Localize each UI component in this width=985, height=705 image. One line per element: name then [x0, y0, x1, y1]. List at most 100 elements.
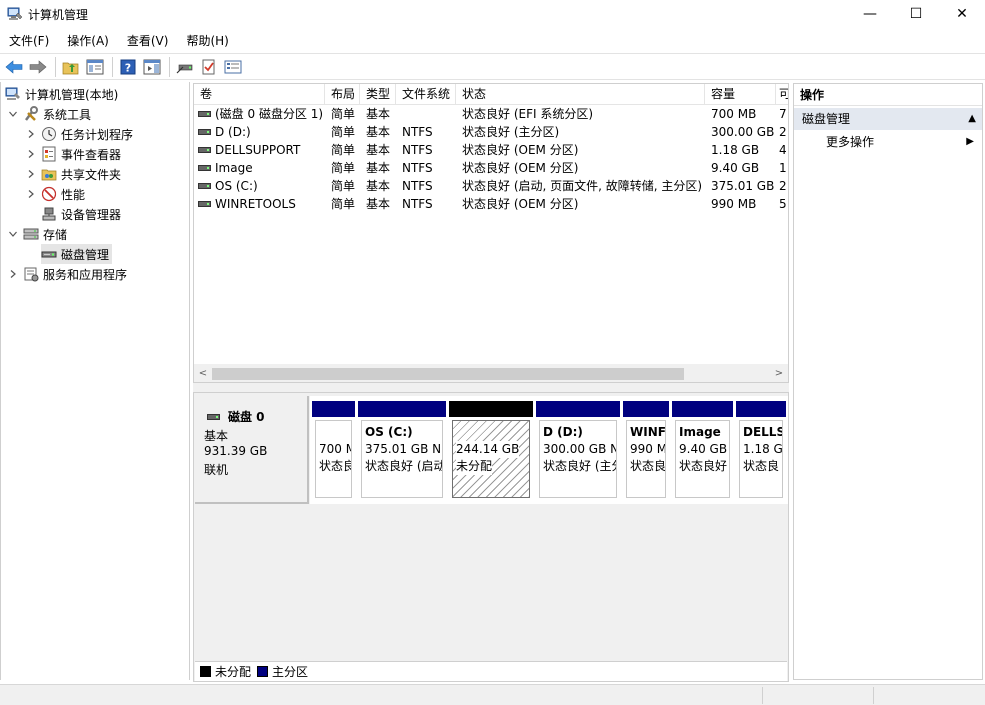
storage-icon: [23, 228, 39, 240]
tree-item-device-manager[interactable]: 设备管理器: [41, 204, 121, 224]
volume-type: 基本: [366, 143, 391, 157]
disk-drive-icon: [207, 413, 220, 420]
up-folder-icon: [62, 62, 79, 74]
tree-item-services-apps[interactable]: 服务和应用程序: [7, 264, 127, 284]
chevron-right-icon[interactable]: [25, 128, 37, 140]
chevron-right-icon[interactable]: [25, 148, 37, 160]
partition-size: 990 M: [630, 442, 666, 456]
more-actions-item[interactable]: 更多操作 ▶: [794, 131, 982, 153]
table-row[interactable]: DELLSUPPORT 简单 基本 NTFS 状态良好 (OEM 分区) 1.1…: [194, 141, 788, 159]
partition-d[interactable]: D (D:) 300.00 GB N 状态良好 (主分: [536, 401, 620, 501]
show-hide-action-pane-button[interactable]: [141, 56, 163, 78]
tree-item-system-tools[interactable]: 系统工具: [7, 104, 91, 124]
scroll-right-button[interactable]: >: [770, 364, 788, 382]
horizontal-scrollbar[interactable]: < >: [194, 364, 788, 382]
device-manager-icon: [42, 207, 56, 221]
back-button[interactable]: [3, 56, 25, 78]
volume-layout: 简单: [331, 143, 356, 157]
tree-item-event-viewer[interactable]: 事件查看器: [25, 144, 121, 164]
scroll-left-button[interactable]: <: [194, 364, 212, 382]
help-button[interactable]: ?: [117, 56, 139, 78]
chevron-right-icon[interactable]: [25, 168, 37, 180]
menu-file[interactable]: 文件(F): [0, 30, 58, 52]
partition-winretools[interactable]: WINF 990 M 状态良: [623, 401, 669, 501]
volume-status: 状态良好 (OEM 分区): [462, 143, 579, 157]
volume-layout: 简单: [331, 179, 356, 193]
table-row[interactable]: OS (C:) 简单 基本 NTFS 状态良好 (启动, 页面文件, 故障转储,…: [194, 177, 788, 195]
submenu-arrow-icon: ▶: [966, 136, 974, 147]
actions-section-label: 磁盘管理: [802, 112, 851, 126]
collapse-up-icon[interactable]: ▲: [968, 108, 976, 130]
actions-section-disk-management[interactable]: 磁盘管理 ▲: [794, 108, 982, 130]
partition-efi[interactable]: 700 M 状态良: [312, 401, 355, 501]
volume-free: 2: [779, 125, 787, 139]
tree-item-shared-folders[interactable]: 共享文件夹: [25, 164, 121, 184]
partition-unallocated[interactable]: 244.14 GB 未分配: [449, 401, 533, 501]
volume-free: 7: [779, 107, 787, 121]
tree-label: 共享文件夹: [61, 167, 122, 182]
check-button[interactable]: [198, 56, 220, 78]
column-header-capacity[interactable]: 容量: [705, 84, 776, 104]
tree-label: 设备管理器: [61, 207, 122, 222]
disk-0-label[interactable]: 磁盘 0 基本 931.39 GB 联机: [195, 396, 309, 504]
partition-dellsupport[interactable]: DELLS 1.18 G 状态良: [736, 401, 786, 501]
toolbar: ?: [0, 53, 985, 80]
services-icon: [24, 267, 39, 282]
maximize-button[interactable]: ☐: [893, 0, 939, 28]
status-bar-divider: [762, 687, 763, 704]
volume-drive-icon: [198, 201, 211, 207]
pane-splitter[interactable]: [193, 383, 789, 392]
help-icon: ?: [120, 59, 136, 74]
connect-disk-icon: [176, 64, 193, 73]
partition-label: OS (C:): [365, 425, 413, 439]
up-one-level-button[interactable]: [60, 56, 82, 78]
volume-free: 5: [779, 197, 787, 211]
partition-color-bar: [536, 401, 620, 417]
chevron-down-icon[interactable]: [7, 108, 19, 120]
tree-item-disk-management[interactable]: 磁盘管理: [41, 244, 113, 264]
volume-type: 基本: [366, 197, 391, 211]
tree-item-task-scheduler[interactable]: 任务计划程序: [25, 124, 133, 144]
status-bar: [0, 684, 985, 705]
menu-help[interactable]: 帮助(H): [177, 30, 237, 52]
partition-status: 未分配: [456, 458, 493, 475]
close-button[interactable]: ✕: [939, 0, 985, 28]
column-header-free[interactable]: 可: [776, 84, 788, 104]
chevron-down-icon[interactable]: [7, 228, 19, 240]
column-header-status[interactable]: 状态: [456, 84, 705, 104]
partition-os-c[interactable]: OS (C:) 375.01 GB N 状态良好 (启动: [358, 401, 446, 501]
table-row[interactable]: D (D:) 简单 基本 NTFS 状态良好 (主分区) 300.00 GB 2: [194, 123, 788, 141]
column-header-volume[interactable]: 卷: [194, 84, 325, 104]
tree-label: 性能: [61, 187, 86, 202]
volume-capacity: 1.18 GB: [711, 143, 760, 157]
column-header-type[interactable]: 类型: [360, 84, 396, 104]
table-row[interactable]: WINRETOOLS 简单 基本 NTFS 状态良好 (OEM 分区) 990 …: [194, 195, 788, 213]
scrollbar-thumb[interactable]: [212, 368, 684, 380]
menu-view[interactable]: 查看(V): [118, 30, 178, 52]
tree-item-computer-management[interactable]: 计算机管理(本地): [5, 84, 118, 104]
maximize-icon: ☐: [909, 6, 923, 22]
volume-type: 基本: [366, 107, 391, 121]
partition-size: 244.14 GB: [456, 441, 520, 458]
tree-item-storage[interactable]: 存储: [7, 224, 67, 244]
chevron-right-icon[interactable]: [25, 188, 37, 200]
tree-item-performance[interactable]: 性能: [25, 184, 85, 204]
forward-button[interactable]: [27, 56, 49, 78]
column-header-filesystem[interactable]: 文件系统: [396, 84, 456, 104]
properties-button[interactable]: [222, 56, 244, 78]
connect-disk-button[interactable]: [174, 56, 196, 78]
table-row[interactable]: Image 简单 基本 NTFS 状态良好 (OEM 分区) 9.40 GB 1: [194, 159, 788, 177]
show-hide-tree-button[interactable]: [84, 56, 106, 78]
partition-image[interactable]: Image 9.40 GB 状态良好: [672, 401, 733, 501]
column-header-layout[interactable]: 布局: [325, 84, 360, 104]
volume-layout: 简单: [331, 161, 356, 175]
chevron-right-icon[interactable]: [7, 268, 19, 280]
minimize-button[interactable]: —: [847, 0, 893, 28]
menu-action[interactable]: 操作(A): [58, 30, 118, 52]
partition-label: D (D:): [543, 425, 583, 439]
volume-type: 基本: [366, 161, 391, 175]
volume-status: 状态良好 (OEM 分区): [462, 161, 579, 175]
partition-size: 1.18 G: [743, 442, 783, 456]
volume-status: 状态良好 (OEM 分区): [462, 197, 579, 211]
table-row[interactable]: (磁盘 0 磁盘分区 1) 简单 基本 状态良好 (EFI 系统分区) 700 …: [194, 105, 788, 123]
